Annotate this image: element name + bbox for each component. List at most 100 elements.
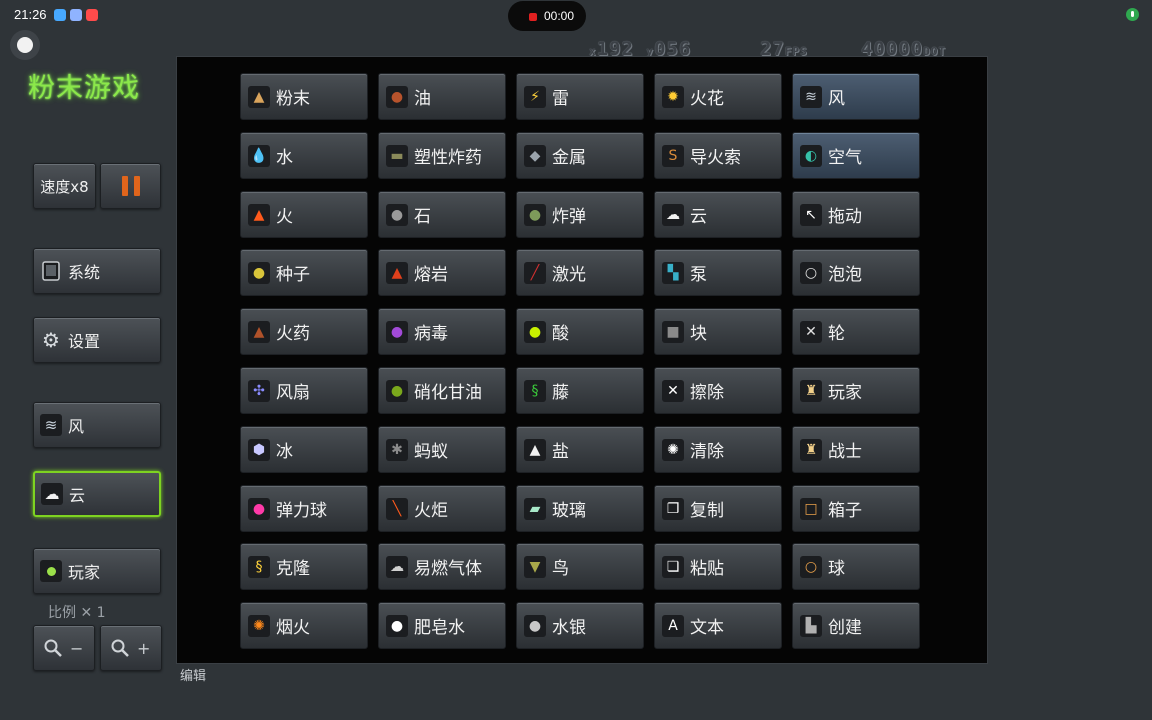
element-button[interactable]: ☁ 云 bbox=[654, 191, 782, 238]
element-button[interactable]: ✹ 火花 bbox=[654, 73, 782, 120]
current-tool-wind-button[interactable]: ≋ 风 bbox=[33, 402, 161, 448]
element-label: 球 bbox=[828, 559, 845, 579]
element-label: 硝化甘油 bbox=[414, 383, 482, 403]
element-label: 泡泡 bbox=[828, 265, 862, 285]
pause-icon bbox=[119, 176, 143, 196]
element-button[interactable]: ● 硝化甘油 bbox=[378, 367, 506, 414]
element-button[interactable]: § 藤 bbox=[516, 367, 644, 414]
element-button[interactable]: ╲ 火炬 bbox=[378, 485, 506, 532]
element-button[interactable]: ● 弹力球 bbox=[240, 485, 368, 532]
wind-label: 风 bbox=[68, 417, 85, 436]
settings-button[interactable]: ⚙ 设置 bbox=[33, 317, 161, 363]
element-button[interactable]: ● 炸弹 bbox=[516, 191, 644, 238]
green-dot-icon bbox=[40, 560, 62, 582]
air-globe-icon: ◐ bbox=[800, 144, 822, 167]
pause-button[interactable] bbox=[100, 163, 161, 209]
element-button[interactable]: A 文本 bbox=[654, 602, 782, 649]
element-button[interactable]: ❐ 复制 bbox=[654, 485, 782, 532]
wind-swirl-icon: ≋ bbox=[800, 85, 822, 108]
current-tool-cloud-button[interactable]: ☁ 云 bbox=[33, 471, 161, 517]
fighter-figure-icon: ♜ bbox=[800, 438, 822, 461]
element-button[interactable]: ● 肥皂水 bbox=[378, 602, 506, 649]
element-button[interactable]: ⬢ 冰 bbox=[240, 426, 368, 473]
zoom-in-button[interactable]: + bbox=[100, 625, 162, 671]
player-button[interactable]: 玩家 bbox=[33, 548, 161, 594]
system-button[interactable]: 系统 bbox=[33, 248, 161, 294]
copy-icon: ❐ bbox=[662, 497, 684, 520]
water-drop-icon: 💧 bbox=[248, 144, 270, 167]
element-button[interactable]: ╱ 激光 bbox=[516, 249, 644, 296]
element-button[interactable]: ● 石 bbox=[378, 191, 506, 238]
element-button[interactable]: ● 酸 bbox=[516, 308, 644, 355]
element-button[interactable]: ❏ 粘贴 bbox=[654, 543, 782, 590]
wheel-icon: ✕ bbox=[800, 320, 822, 343]
element-button[interactable]: ♜ 战士 bbox=[792, 426, 920, 473]
element-button[interactable]: ✕ 擦除 bbox=[654, 367, 782, 414]
element-label: 石 bbox=[414, 207, 431, 227]
element-button[interactable]: ▲ 盐 bbox=[516, 426, 644, 473]
element-button[interactable]: ▲ 粉末 bbox=[240, 73, 368, 120]
soap-drop-icon: ● bbox=[386, 614, 408, 637]
element-button[interactable]: ▲ 火药 bbox=[240, 308, 368, 355]
element-button[interactable]: ▲ 熔岩 bbox=[378, 249, 506, 296]
element-button[interactable]: ● 种子 bbox=[240, 249, 368, 296]
element-button[interactable]: ○ 泡泡 bbox=[792, 249, 920, 296]
element-button[interactable]: ♜ 玩家 bbox=[792, 367, 920, 414]
bird-icon: ▼ bbox=[524, 555, 546, 578]
ant-icon: ✱ bbox=[386, 438, 408, 461]
magnifier-icon bbox=[42, 637, 64, 659]
recording-time: 00:00 bbox=[544, 9, 575, 23]
settings-label: 设置 bbox=[68, 332, 101, 351]
notification-icon bbox=[54, 9, 66, 21]
element-button[interactable]: ■ 块 bbox=[654, 308, 782, 355]
torch-icon: ╲ bbox=[386, 497, 408, 520]
fan-icon: ✣ bbox=[248, 379, 270, 402]
element-button[interactable]: S 导火索 bbox=[654, 132, 782, 179]
status-clock: 21:26 bbox=[14, 7, 47, 22]
element-button[interactable]: ↖ 拖动 bbox=[792, 191, 920, 238]
gear-icon: ⚙ bbox=[42, 328, 60, 352]
element-label: 粘贴 bbox=[690, 559, 724, 579]
oil-drop-icon: ● bbox=[386, 85, 408, 108]
bubble-icon: ○ bbox=[800, 261, 822, 284]
element-button[interactable]: ● 水银 bbox=[516, 602, 644, 649]
element-label: 克隆 bbox=[276, 559, 310, 579]
element-button[interactable]: ▲ 火 bbox=[240, 191, 368, 238]
element-button[interactable]: ✕ 轮 bbox=[792, 308, 920, 355]
element-button[interactable]: ✣ 风扇 bbox=[240, 367, 368, 414]
element-button[interactable]: ▰ 玻璃 bbox=[516, 485, 644, 532]
element-label: 激光 bbox=[552, 265, 586, 285]
element-button[interactable]: ▙ 创建 bbox=[792, 602, 920, 649]
element-button[interactable]: ● 病毒 bbox=[378, 308, 506, 355]
element-button[interactable]: ≋ 风 bbox=[792, 73, 920, 120]
element-button[interactable]: ▬ 塑性炸药 bbox=[378, 132, 506, 179]
element-button[interactable]: ⚡ 雷 bbox=[516, 73, 644, 120]
dot-count-readout: 40000DOT bbox=[861, 38, 946, 60]
fuse-icon: S bbox=[662, 144, 684, 167]
floating-assistive-button[interactable] bbox=[10, 30, 40, 60]
element-button[interactable]: ▼ 鸟 bbox=[516, 543, 644, 590]
screen-recording-pill[interactable]: 00:00 bbox=[508, 1, 586, 31]
gunpowder-icon: ▲ bbox=[248, 320, 270, 343]
element-label: 泵 bbox=[690, 265, 707, 285]
element-button[interactable]: □ 箱子 bbox=[792, 485, 920, 532]
edit-label: 编辑 bbox=[180, 669, 207, 684]
element-button[interactable]: ○ 球 bbox=[792, 543, 920, 590]
element-label: 火炬 bbox=[414, 501, 448, 521]
element-label: 风 bbox=[828, 89, 845, 109]
zoom-out-button[interactable]: − bbox=[33, 625, 95, 671]
ice-cube-icon: ⬢ bbox=[248, 438, 270, 461]
element-button[interactable]: ✺ 烟火 bbox=[240, 602, 368, 649]
element-button[interactable]: ✺ 清除 bbox=[654, 426, 782, 473]
element-button[interactable]: § 克隆 bbox=[240, 543, 368, 590]
speed-button[interactable]: 速度x8 bbox=[33, 163, 96, 209]
element-button[interactable]: ◆ 金属 bbox=[516, 132, 644, 179]
element-label: 鸟 bbox=[552, 559, 569, 579]
element-button[interactable]: ☁ 易燃气体 bbox=[378, 543, 506, 590]
element-button[interactable]: ✱ 蚂蚁 bbox=[378, 426, 506, 473]
element-button[interactable]: ▚ 泵 bbox=[654, 249, 782, 296]
element-button[interactable]: ◐ 空气 bbox=[792, 132, 920, 179]
element-label: 创建 bbox=[828, 618, 862, 638]
element-button[interactable]: 💧 水 bbox=[240, 132, 368, 179]
element-button[interactable]: ● 油 bbox=[378, 73, 506, 120]
